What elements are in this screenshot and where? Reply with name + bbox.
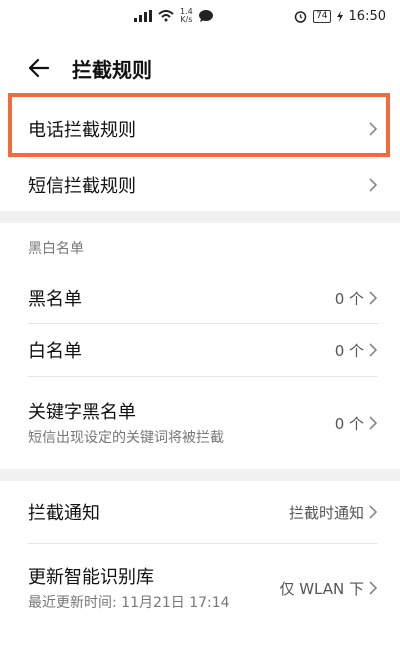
chevron-right-icon bbox=[369, 581, 378, 595]
keyword-blacklist-label: 关键字黑名单 bbox=[28, 402, 136, 423]
chevron-right-icon bbox=[369, 291, 378, 305]
section-title-blacklist: 黑白名单 bbox=[28, 241, 84, 257]
network-speed: 1.4 K/s bbox=[180, 8, 193, 24]
alarm-icon bbox=[294, 11, 307, 23]
blacklist-row[interactable]: 黑名单 0 个 bbox=[0, 273, 400, 323]
chevron-right-icon bbox=[369, 505, 378, 519]
intercept-notification-label: 拦截通知 bbox=[28, 503, 100, 524]
charging-icon bbox=[336, 11, 343, 22]
intercept-notification-value: 拦截时通知 bbox=[289, 502, 378, 523]
intercept-notification-row[interactable]: 拦截通知 拦截时通知 bbox=[0, 481, 400, 543]
battery-icon: 74 bbox=[313, 10, 331, 23]
keyword-blacklist-value: 0 个 bbox=[335, 413, 378, 434]
whitelist-label: 白名单 bbox=[28, 341, 82, 362]
status-time: 16:50 bbox=[348, 9, 386, 24]
update-library-value: 仅 WLAN 下 bbox=[279, 578, 378, 599]
whitelist-row[interactable]: 白名单 0 个 bbox=[0, 324, 400, 376]
header: 拦截规则 bbox=[0, 36, 400, 100]
chevron-right-icon bbox=[369, 122, 378, 136]
back-arrow-icon[interactable] bbox=[26, 55, 52, 81]
keyword-blacklist-text: 关键字黑名单 短信出现设定的关键词将被拦截 bbox=[28, 398, 258, 448]
rule-call-label: 电话拦截规则 bbox=[28, 120, 136, 141]
intercept-notification-setting: 拦截时通知 bbox=[288, 503, 364, 522]
wifi-icon bbox=[158, 10, 174, 22]
blacklist-label: 黑名单 bbox=[28, 289, 82, 310]
section-gap bbox=[0, 469, 400, 481]
speed-unit: K/s bbox=[180, 15, 193, 24]
signal-icon bbox=[134, 10, 152, 22]
status-right: 74 16:50 bbox=[294, 9, 386, 24]
keyword-blacklist-count: 0 个 bbox=[334, 414, 364, 433]
message-icon bbox=[198, 10, 213, 22]
chevron-right-icon bbox=[369, 343, 378, 357]
status-bar: 1.4 K/s 74 16:50 bbox=[0, 0, 400, 36]
section-gap bbox=[0, 211, 400, 223]
rule-sms-row[interactable]: 短信拦截规则 bbox=[0, 159, 400, 211]
rule-sms-label: 短信拦截规则 bbox=[28, 176, 136, 197]
rule-sms-right bbox=[368, 177, 378, 193]
whitelist-value: 0 个 bbox=[335, 340, 378, 361]
whitelist-count: 0 个 bbox=[334, 341, 364, 360]
chevron-right-icon bbox=[369, 178, 378, 192]
update-library-text: 更新智能识别库 最近更新时间: 11月21日 17:14 bbox=[28, 563, 238, 613]
page-title: 拦截规则 bbox=[72, 57, 152, 82]
keyword-blacklist-row[interactable]: 关键字黑名单 短信出现设定的关键词将被拦截 0 个 bbox=[0, 377, 400, 469]
status-left: 1.4 K/s bbox=[134, 8, 213, 24]
keyword-blacklist-sub: 短信出现设定的关键词将被拦截 bbox=[28, 430, 224, 446]
update-library-row[interactable]: 更新智能识别库 最近更新时间: 11月21日 17:14 仅 WLAN 下 bbox=[0, 544, 400, 632]
blacklist-count: 0 个 bbox=[334, 289, 364, 308]
update-library-sub: 最近更新时间: 11月21日 17:14 bbox=[28, 595, 230, 611]
blacklist-value: 0 个 bbox=[335, 288, 378, 309]
rule-call-right bbox=[368, 121, 378, 137]
update-library-setting: 仅 WLAN 下 bbox=[279, 579, 364, 598]
chevron-right-icon bbox=[369, 416, 378, 430]
rule-call-row[interactable]: 电话拦截规则 bbox=[0, 100, 400, 158]
update-library-label: 更新智能识别库 bbox=[28, 567, 154, 588]
